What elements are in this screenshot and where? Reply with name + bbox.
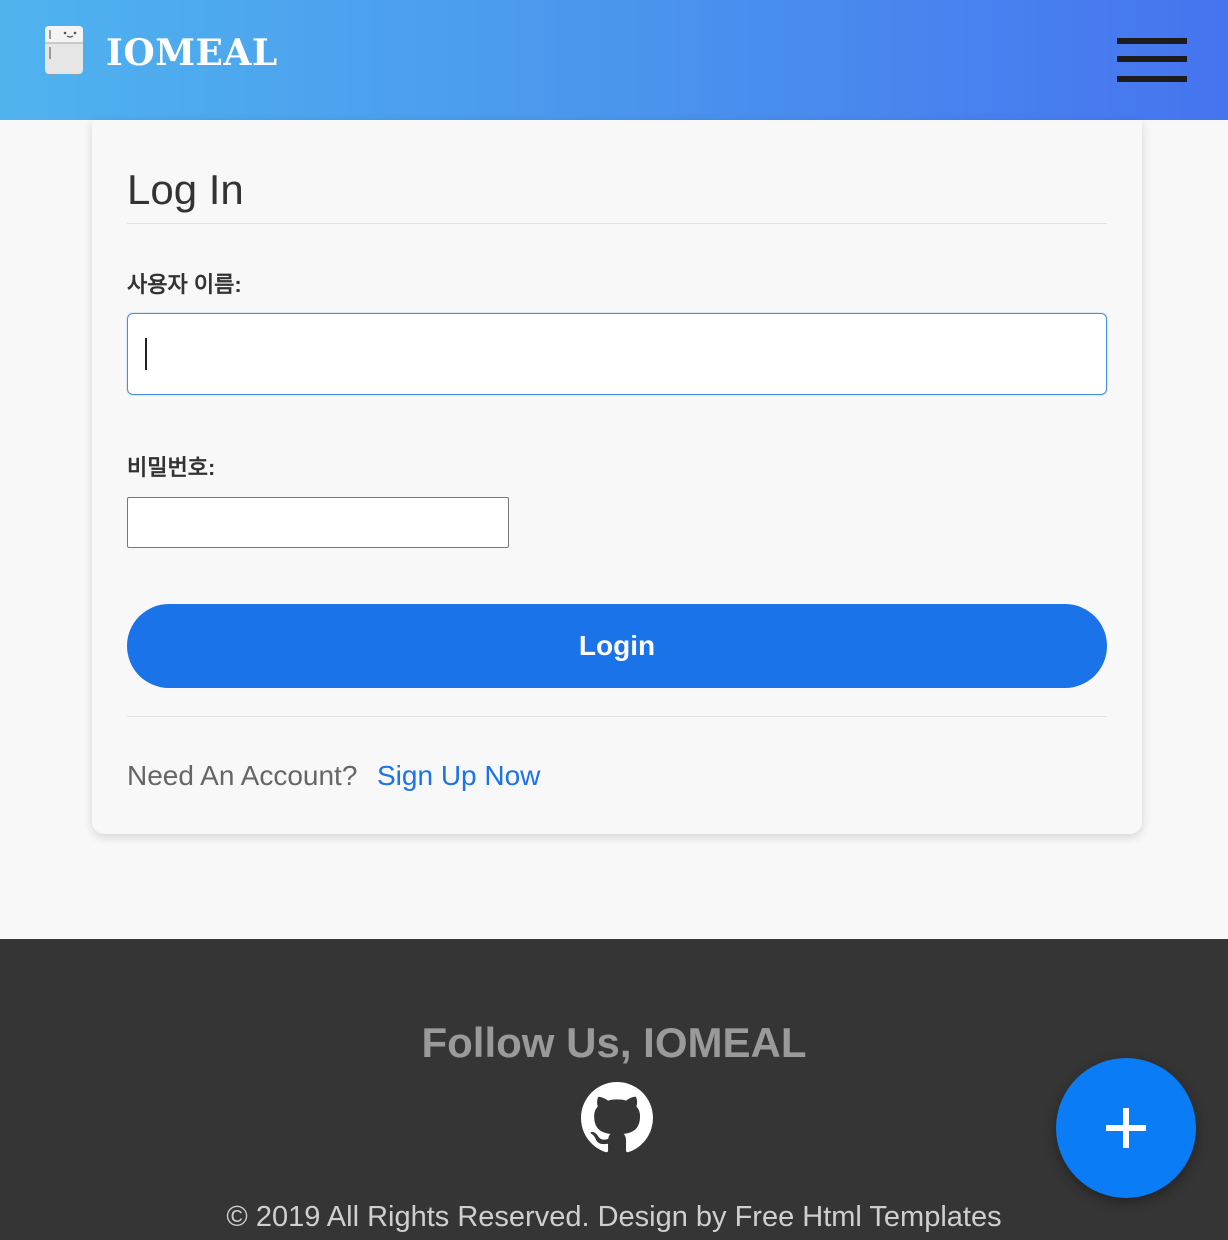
fridge-icon (45, 26, 83, 76)
footer: Follow Us, IOMEAL © 2019 All Rights Rese… (0, 939, 1228, 1240)
password-input[interactable] (127, 497, 509, 548)
need-account-text: Need An Account? (127, 760, 358, 791)
login-card: Log In 사용자 이름: 비밀번호: Login Need An Accou… (92, 120, 1142, 834)
page-title: Log In (127, 166, 244, 213)
text-caret (145, 338, 147, 370)
hamburger-menu-button[interactable] (1112, 34, 1192, 88)
brand-name[interactable]: IOMEAL (106, 30, 278, 76)
github-icon[interactable] (581, 1082, 653, 1154)
copyright-text: © 2019 All Rights Reserved. Design by Fr… (226, 1201, 1002, 1233)
hamburger-menu-icon (1117, 38, 1187, 44)
password-label: 비밀번호: (127, 455, 216, 480)
form-divider (127, 716, 1107, 717)
login-button[interactable]: Login (127, 604, 1107, 688)
footer-title: Follow Us, IOMEAL (421, 1019, 807, 1066)
title-divider (127, 223, 1107, 224)
top-navbar: IOMEAL (0, 0, 1228, 120)
username-input[interactable] (127, 313, 1107, 395)
sign-up-link[interactable]: Sign Up Now (377, 758, 540, 794)
username-label: 사용자 이름: (127, 272, 242, 297)
add-fab-button[interactable] (1056, 1058, 1196, 1198)
page: IOMEAL Log In 사용자 이름: 비밀번호: Login Need A… (0, 0, 1228, 1240)
